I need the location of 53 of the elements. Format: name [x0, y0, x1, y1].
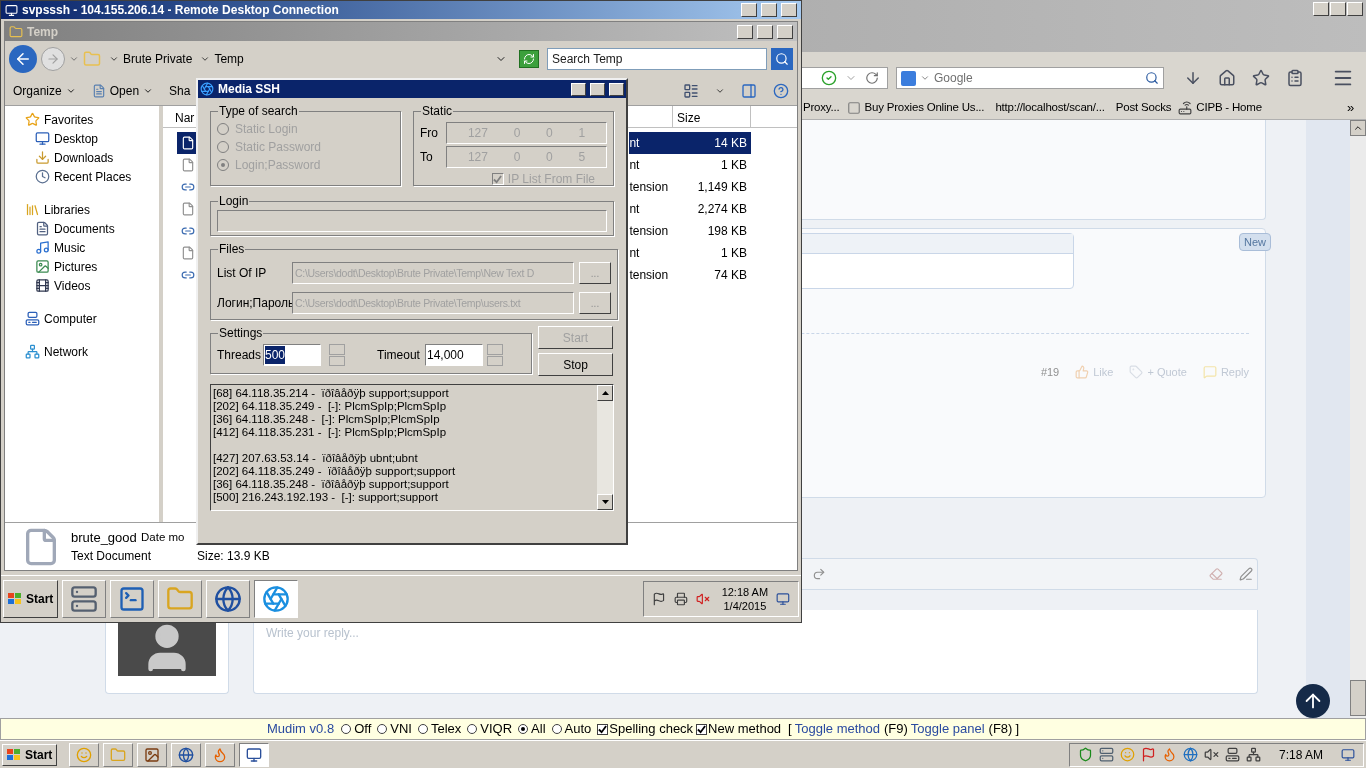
- clock-date: 1/4/2015: [723, 598, 767, 613]
- file-size-cell-text: 1 KB: [720, 245, 748, 262]
- address-label: To: [420, 149, 434, 166]
- window-title: Temp: [27, 23, 60, 41]
- field-label: Threads: [217, 347, 263, 364]
- log-line: [36] 64.118.35.248 - ïðîâåðÿþ support;support: [213, 478, 450, 491]
- file-type-cell-text: tension: [629, 223, 670, 240]
- log-line: [202] 64.118.35.249 - ïðîâåðÿþ support;support: [213, 465, 457, 478]
- file-type: Text Document: [71, 548, 153, 566]
- reply-placeholder: Write your reply...: [265, 626, 360, 640]
- file-type-cell: nt: [629, 132, 688, 154]
- file-type-cell-text: tension: [629, 267, 670, 284]
- post-number: #19: [1040, 365, 1060, 380]
- log-line: [412] 64.118.35.231 - [-]: PlcmSpIp;PlcmSpIp: [213, 426, 448, 439]
- field-label: Timeout: [377, 347, 421, 364]
- field-label: List Of IP: [217, 265, 268, 282]
- mudim-title: Mudim v0.8: [266, 720, 335, 739]
- group-title: Type of search: [218, 103, 299, 120]
- field-value: 500: [265, 346, 286, 364]
- clock-time: 12:18 AM: [721, 584, 769, 599]
- file-size-cell-text: 1,149 KB: [696, 179, 748, 196]
- log-line: [202] 64.118.35.249 - [-]: PlcmSpIp;PlcmSpIp: [213, 400, 448, 413]
- file-type-cell-text: nt: [629, 245, 641, 262]
- group-title: Files: [218, 241, 246, 258]
- window-title: svpsssh - 104.155.206.14 - Remote Desktop Connection: [22, 2, 340, 19]
- file-size-cell-text: 1 KB: [720, 157, 748, 174]
- field-value: 14,000: [427, 347, 464, 364]
- file-type-cell-text: tension: [629, 179, 670, 196]
- log-line: [500] 216.243.192.193 - [-]: support;support: [213, 491, 440, 504]
- file-type-cell-text: nt: [629, 157, 641, 174]
- group-title: Static: [421, 103, 454, 120]
- clock-time: 7:18 AM: [1278, 746, 1323, 764]
- new-badge: New: [1239, 233, 1271, 251]
- log-line: [427] 207.63.53.14 - ïðîâåðÿþ ubnt;ubnt: [213, 451, 419, 465]
- file-size: Size: 13.9 KB: [197, 548, 270, 566]
- shortcut-key: (F8): [988, 719, 1013, 739]
- file-type-cell-text: nt: [629, 201, 641, 218]
- bracket: ]: [1015, 720, 1020, 739]
- file-size-cell: 14 KB: [687, 132, 751, 154]
- group-title: Settings: [218, 325, 264, 342]
- log-line: [36] 64.118.35.248 - [-]: PlcmSpIp;PlcmSpIp: [213, 413, 441, 426]
- file-name: brute_good: [71, 528, 137, 547]
- window-title: Media SSH: [218, 81, 281, 98]
- group-title: Login: [218, 193, 250, 210]
- log-line: [68] 64.118.35.214 - ïðîâåðÿþ support;support: [213, 387, 450, 400]
- bracket: [: [788, 720, 792, 739]
- date-label: Date mo: [141, 529, 185, 545]
- address-label: Fro: [420, 125, 440, 142]
- shortcut-key: (F9): [884, 719, 908, 739]
- file-size-cell-text: 74 KB: [713, 267, 748, 284]
- file-size-cell-text: 2,274 KB: [696, 201, 748, 218]
- file-size-cell-text: 198 KB: [706, 223, 748, 240]
- field-label: Логин;Пароль: [217, 295, 291, 312]
